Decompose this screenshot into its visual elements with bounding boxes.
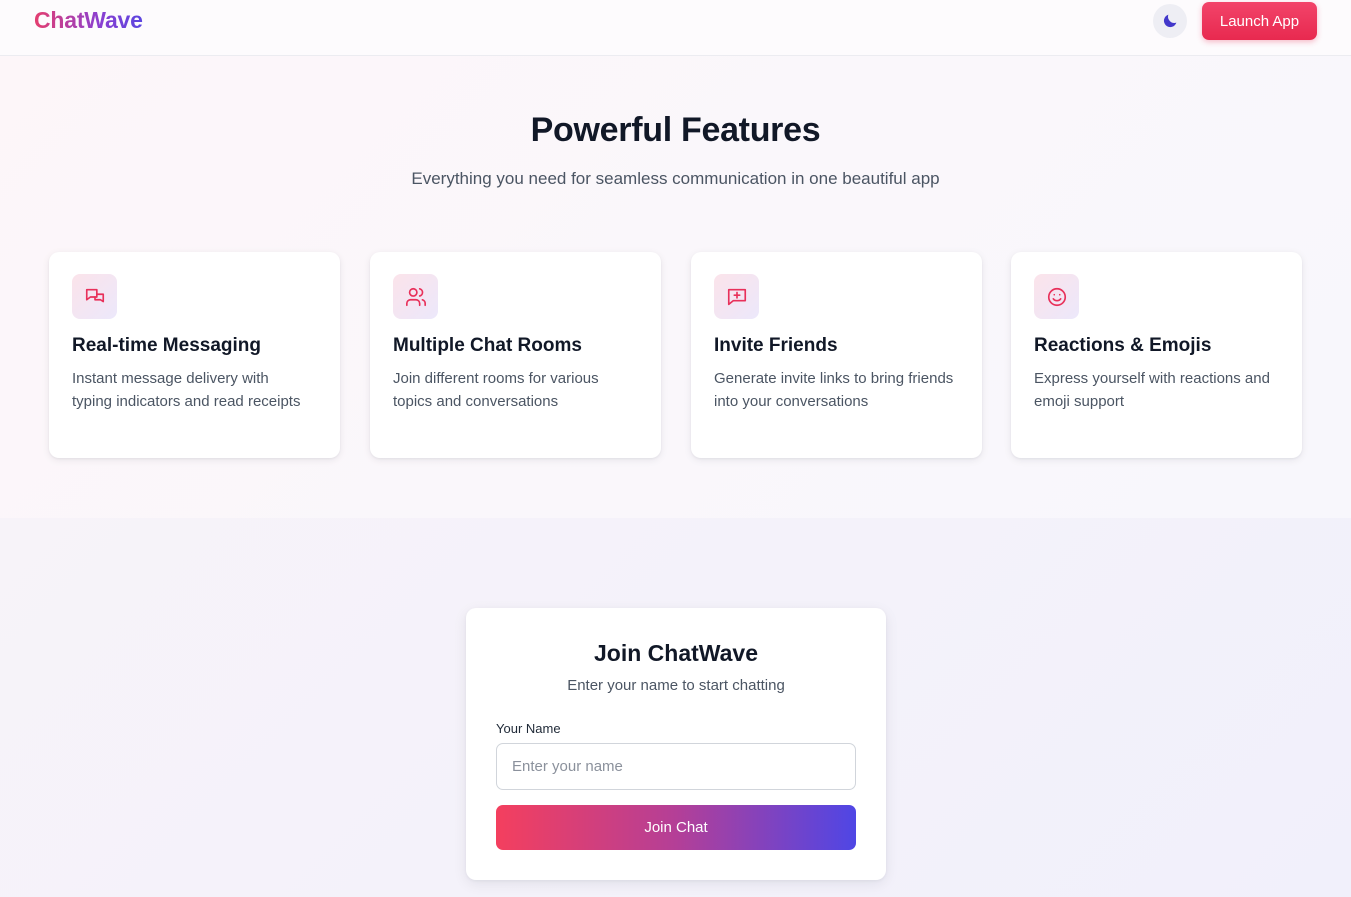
features-section: Powerful Features Everything you need fo…: [0, 56, 1351, 518]
logo[interactable]: ChatWave: [34, 7, 143, 34]
chat-bubbles-icon: [85, 288, 104, 302]
feature-card-description: Join different rooms for various topics …: [393, 370, 599, 410]
join-section: Join ChatWave Enter your name to start c…: [0, 518, 1351, 897]
feature-card-title: Real-time Messaging: [72, 335, 261, 356]
message-plus-icon: [727, 288, 746, 305]
moon-icon: [1163, 14, 1177, 28]
join-form-card: Join ChatWave Enter your name to start c…: [466, 608, 886, 880]
features-subtitle: Everything you need for seamless communi…: [411, 169, 940, 188]
feature-card-title: Invite Friends: [714, 335, 838, 356]
feature-card-title: Multiple Chat Rooms: [393, 335, 582, 356]
feature-card-description: Instant message delivery with typing ind…: [72, 370, 301, 410]
feature-card-description: Express yourself with reactions and emoj…: [1034, 370, 1270, 410]
launch-app-button[interactable]: Launch App: [1202, 2, 1317, 40]
name-label: Your Name: [496, 721, 561, 736]
feature-card-reactions-emojis: Reactions & Emojis Express yourself with…: [1011, 252, 1302, 458]
feature-card-description: Generate invite links to bring friends i…: [714, 370, 954, 410]
features-title: Powerful Features: [530, 111, 821, 149]
smile-icon: [1047, 287, 1066, 306]
join-chat-button[interactable]: Join Chat: [496, 805, 856, 850]
name-input[interactable]: [496, 743, 856, 790]
top-nav: ChatWave Launch App: [0, 0, 1351, 56]
feature-card-realtime-messaging: Real-time Messaging Instant message deli…: [49, 252, 340, 458]
feature-card-title: Reactions & Emojis: [1034, 335, 1212, 356]
join-title: Join ChatWave: [593, 640, 758, 666]
theme-toggle-button[interactable]: [1153, 4, 1187, 38]
feature-card-invite-friends: Invite Friends Generate invite links to …: [691, 252, 982, 458]
join-subtitle: Enter your name to start chatting: [567, 677, 785, 694]
users-icon: [405, 287, 426, 306]
feature-card-chat-rooms: Multiple Chat Rooms Join different rooms…: [370, 252, 661, 458]
